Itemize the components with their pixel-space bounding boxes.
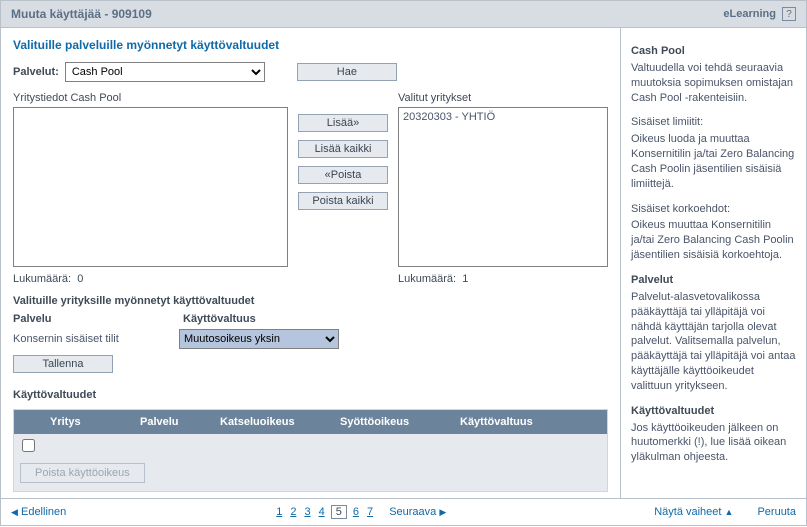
help-pane: Cash Pool Valtuudella voi tehdä seuraavi…	[620, 28, 806, 498]
add-button[interactable]: Lisää»	[298, 114, 388, 132]
perm-headers: Palvelu Käyttövaltuus	[13, 313, 608, 325]
available-label: Yritystiedot Cash Pool	[13, 92, 288, 104]
header-right: eLearning ?	[723, 7, 796, 21]
table-row	[14, 434, 607, 457]
page-3[interactable]: 3	[302, 506, 312, 518]
page-7[interactable]: 7	[365, 506, 375, 518]
services-row: Palvelut: Cash Pool Hae	[13, 62, 608, 82]
selected-column: Valitut yritykset 20320303 - YHTIÖ Lukum…	[398, 92, 608, 285]
perm-table: Yritys Palvelu Katseluoikeus Syöttöoikeu…	[13, 409, 608, 492]
chevron-left-icon: ◀	[11, 507, 18, 517]
page-header: Muuta käyttäjää - 909109 eLearning ?	[0, 0, 807, 28]
remove-permission-button: Poista käyttöoikeus	[20, 463, 145, 483]
help-t5: Käyttövaltuudet	[631, 404, 796, 419]
help-icon[interactable]: ?	[782, 7, 796, 21]
footer-right: Näytä vaiheet ▲ Peruuta	[654, 506, 796, 518]
perm-h-service: Palvelu	[13, 313, 163, 325]
prev-link[interactable]: ◀ Edellinen	[11, 506, 66, 518]
perm-select[interactable]: Muutosoikeus yksin	[179, 329, 339, 349]
th-view: Katseluoikeus	[216, 414, 336, 430]
chevron-right-icon: ▶	[439, 507, 446, 517]
elearning-link[interactable]: eLearning	[723, 8, 776, 20]
perm-row: Konsernin sisäiset tilit Muutosoikeus yk…	[13, 329, 608, 349]
remove-button[interactable]: «Poista	[298, 166, 388, 184]
services-select[interactable]: Cash Pool	[65, 62, 265, 82]
left-pane: Valituille palveluille myönnetyt käyttöv…	[1, 28, 620, 498]
page-title: Muuta käyttäjää - 909109	[11, 7, 152, 21]
page-1[interactable]: 1	[274, 506, 284, 518]
available-column: Yritystiedot Cash Pool Lukumäärä: 0	[13, 92, 288, 285]
help-t1: Cash Pool	[631, 44, 796, 59]
perm-table-title: Käyttövaltuudet	[13, 389, 608, 401]
company-perm-title: Valituille yrityksille myönnetyt käyttöv…	[13, 295, 608, 307]
page-5-current[interactable]: 5	[331, 505, 347, 519]
transfer-buttons: Lisää» Lisää kaikki «Poista Poista kaikk…	[298, 114, 388, 210]
fetch-button[interactable]: Hae	[297, 63, 397, 81]
th-perm: Käyttövaltuus	[456, 414, 596, 430]
help-b4: Palvelut-alasvetovalikossa pääkäyttäjä t…	[631, 290, 796, 394]
pager: 1 2 3 4 5 6 7 Seuraava ▶	[274, 505, 446, 519]
help-t3: Sisäiset korkoehdot:	[631, 202, 796, 217]
perm-service-value: Konsernin sisäiset tilit	[13, 333, 163, 345]
help-b1: Valtuudella voi tehdä seuraavia muutoksi…	[631, 61, 796, 106]
footer: ◀ Edellinen 1 2 3 4 5 6 7 Seuraava ▶ Näy…	[0, 499, 807, 526]
page-6[interactable]: 6	[351, 506, 361, 518]
dual-list-area: Yritystiedot Cash Pool Lukumäärä: 0 Lisä…	[13, 92, 608, 285]
page-2[interactable]: 2	[288, 506, 298, 518]
th-service: Palvelu	[136, 414, 216, 430]
remove-all-button[interactable]: Poista kaikki	[298, 192, 388, 210]
th-company: Yritys	[46, 414, 136, 430]
list-item[interactable]: 20320303 - YHTIÖ	[401, 110, 605, 124]
selected-listbox[interactable]: 20320303 - YHTIÖ	[398, 107, 608, 267]
selected-count: Lukumäärä: 1	[398, 273, 608, 285]
row-checkbox[interactable]	[22, 439, 35, 452]
help-t2: Sisäiset limiitit:	[631, 115, 796, 130]
table-header: Yritys Palvelu Katseluoikeus Syöttöoikeu…	[14, 410, 607, 434]
add-all-button[interactable]: Lisää kaikki	[298, 140, 388, 158]
help-b3: Oikeus muuttaa Konsernitilin ja/tai Zero…	[631, 218, 796, 263]
th-input: Syöttöoikeus	[336, 414, 456, 430]
show-steps-link[interactable]: Näytä vaiheet ▲	[654, 506, 733, 518]
help-b5: Jos käyttöoikeuden jälkeen on huutomerkk…	[631, 421, 796, 466]
save-button[interactable]: Tallenna	[13, 355, 113, 373]
available-listbox[interactable]	[13, 107, 288, 267]
main-wrap: Valituille palveluille myönnetyt käyttöv…	[0, 28, 807, 499]
section-title: Valituille palveluille myönnetyt käyttöv…	[13, 38, 608, 52]
services-label: Palvelut:	[13, 66, 59, 78]
help-b2: Oikeus luoda ja muuttaa Konsernitilin ja…	[631, 132, 796, 191]
perm-h-perm: Käyttövaltuus	[183, 313, 256, 325]
selected-label: Valitut yritykset	[398, 92, 608, 104]
next-link[interactable]: Seuraava ▶	[389, 506, 446, 518]
cancel-link[interactable]: Peruuta	[757, 506, 796, 518]
chevron-up-icon: ▲	[725, 507, 734, 517]
available-count: Lukumäärä: 0	[13, 273, 288, 285]
page-4[interactable]: 4	[317, 506, 327, 518]
help-t4: Palvelut	[631, 273, 796, 288]
